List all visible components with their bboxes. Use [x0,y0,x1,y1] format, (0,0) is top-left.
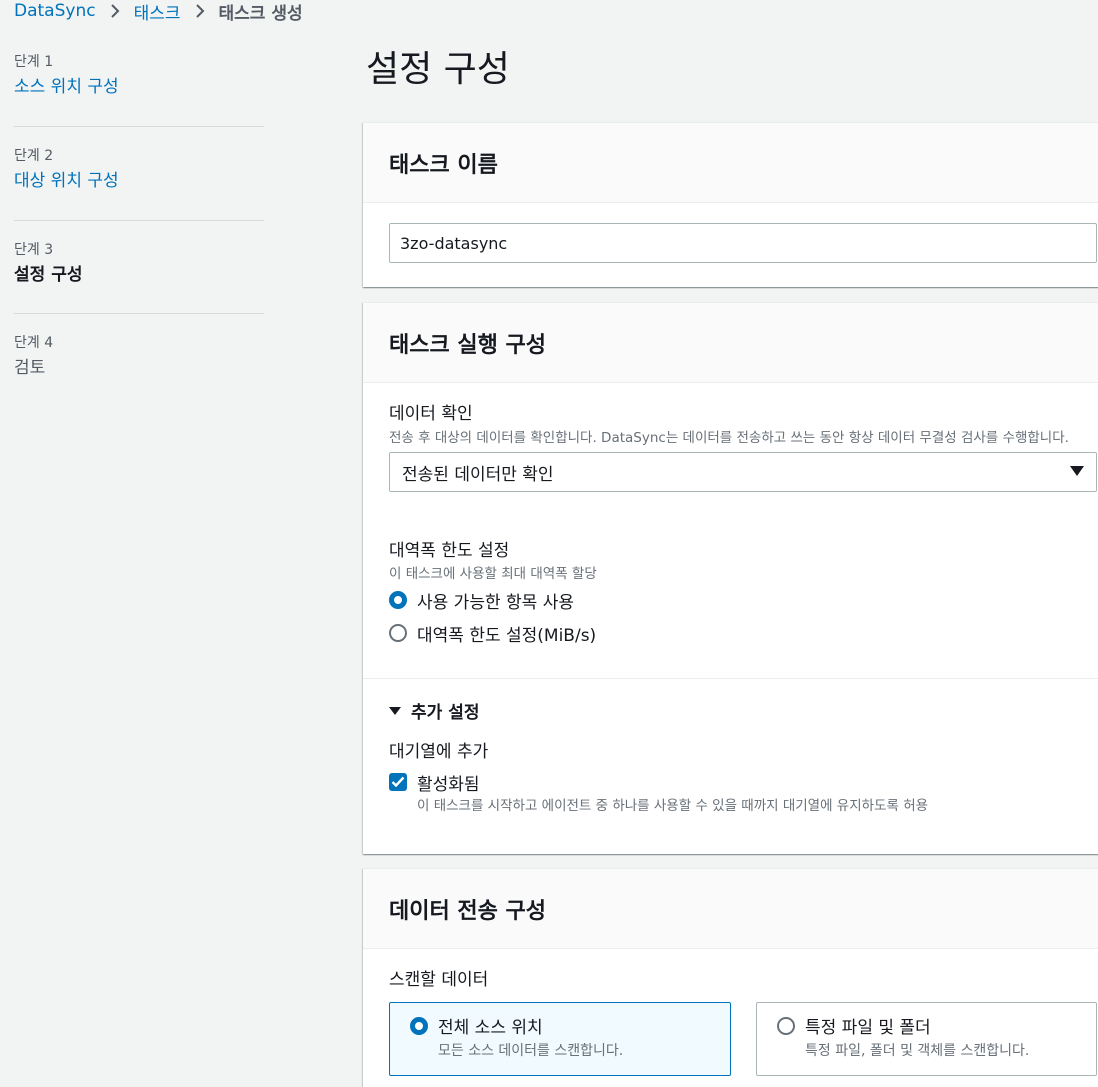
bandwidth-label: 대역폭 한도 설정 [389,541,510,561]
caret-down-icon [389,701,401,720]
scan-data-label: 스캔할 데이터 [389,970,489,990]
breadcrumb: DataSync 태스크 태스크 생성 [14,0,303,24]
step-number: 단계 1 [14,54,54,70]
verify-data-select[interactable]: 전송된 데이터만 확인 [389,452,1097,492]
radio-button[interactable] [389,624,407,642]
wizard-step-4: 단계 4 검토 [14,314,264,406]
panel-body [363,203,1098,263]
tile-entire-source[interactable]: 전체 소스 위치 모든 소스 데이터를 스캔합니다. [389,1002,731,1076]
tile-title: 특정 파일 및 폴더 [805,1018,931,1038]
radio-button[interactable] [777,1016,795,1035]
wizard-step-1: 단계 1 소스 위치 구성 [14,52,264,126]
panel-header: 태스크 이름 [363,123,1098,203]
checkbox-checked[interactable] [389,773,407,791]
bandwidth-description: 이 태스크에 사용할 최대 대역폭 할당 [389,566,597,582]
select-value: 전송된 데이터만 확인 [402,464,554,485]
tile-specific-files[interactable]: 특정 파일 및 폴더 특정 파일, 폴더 및 객체를 스캔합니다. [756,1002,1097,1076]
wizard-step-2: 단계 2 대상 위치 구성 [14,127,264,220]
step-label-review: 검토 [14,358,46,378]
radio-button-checked[interactable] [389,591,407,609]
step-link-source-location[interactable]: 소스 위치 구성 [14,74,264,100]
queue-label: 대기열에 추가 [389,742,489,762]
breadcrumb-current: 태스크 생성 [218,3,303,24]
step-label-current: 설정 구성 [14,265,83,285]
breadcrumb-datasync-link[interactable]: DataSync [14,1,96,21]
task-name-input[interactable] [389,223,1097,263]
radio-set-bandwidth-limit[interactable]: 대역폭 한도 설정(MiB/s) [389,618,1098,648]
wizard-step-3: 단계 3 설정 구성 [14,221,264,313]
section-divider [363,678,1098,679]
page-title: 설정 구성 [366,49,510,90]
data-transfer-panel: 데이터 전송 구성 스캔할 데이터 전체 소스 위치 모든 소스 데이터를 스캔… [363,868,1098,1087]
verify-data-field: 데이터 확인 전송 후 대상의 데이터를 확인합니다. DataSync는 데이… [389,402,1098,492]
checkbox-label: 활성화됨 [417,774,480,795]
verify-data-description: 전송 후 대상의 데이터를 확인합니다. DataSync는 데이터를 전송하고… [389,430,1069,446]
step-number: 단계 3 [14,242,54,258]
queue-checkbox-row[interactable]: 활성화됨 [389,770,1098,795]
additional-settings-toggle[interactable]: 추가 설정 [389,698,1098,723]
task-execution-panel: 태스크 실행 구성 데이터 확인 전송 후 대상의 데이터를 확인합니다. Da… [363,302,1098,854]
radio-button-checked[interactable] [410,1016,428,1035]
wizard-steps: 단계 1 소스 위치 구성 단계 2 대상 위치 구성 단계 3 설정 구성 단… [14,50,264,406]
additional-settings-title: 추가 설정 [411,703,480,723]
panel-header: 태스크 실행 구성 [363,303,1098,383]
additional-settings-section: 추가 설정 대기열에 추가 활성화됨 이 태스크를 시작하고 에이전트 중 하나… [389,698,1098,816]
panel-body: 스캔할 데이터 전체 소스 위치 모든 소스 데이터를 스캔합니다. 특정 파일… [363,949,1098,1087]
breadcrumb-tasks-link[interactable]: 태스크 [134,0,181,24]
tile-description: 특정 파일, 폴더 및 객체를 스캔합니다. [805,1043,1030,1059]
queue-description: 이 태스크를 시작하고 에이전트 중 하나를 사용할 수 있을 때까지 대기열에… [417,798,929,814]
chevron-right-icon [106,2,124,20]
verify-data-label: 데이터 확인 [389,404,473,424]
panel-header: 데이터 전송 구성 [363,869,1098,949]
chevron-right-icon [191,2,209,20]
panel-title: 데이터 전송 구성 [389,898,546,924]
radio-use-available[interactable]: 사용 가능한 항목 사용 [389,585,1098,615]
panel-body: 데이터 확인 전송 후 대상의 데이터를 확인합니다. DataSync는 데이… [363,383,1098,853]
step-number: 단계 2 [14,148,54,164]
tile-description: 모든 소스 데이터를 스캔합니다. [438,1043,624,1059]
radio-label: 대역폭 한도 설정(MiB/s) [417,625,597,646]
caret-down-icon [1070,462,1084,482]
step-number: 단계 4 [14,335,54,351]
bandwidth-field: 대역폭 한도 설정 이 태스크에 사용할 최대 대역폭 할당 사용 가능한 항목… [389,539,1098,648]
step-link-destination-location[interactable]: 대상 위치 구성 [14,168,264,194]
task-name-panel: 태스크 이름 [363,122,1098,287]
panel-title: 태스크 이름 [389,152,498,178]
radio-label: 사용 가능한 항목 사용 [417,592,574,613]
panel-title: 태스크 실행 구성 [389,332,546,358]
tile-title: 전체 소스 위치 [438,1018,543,1038]
